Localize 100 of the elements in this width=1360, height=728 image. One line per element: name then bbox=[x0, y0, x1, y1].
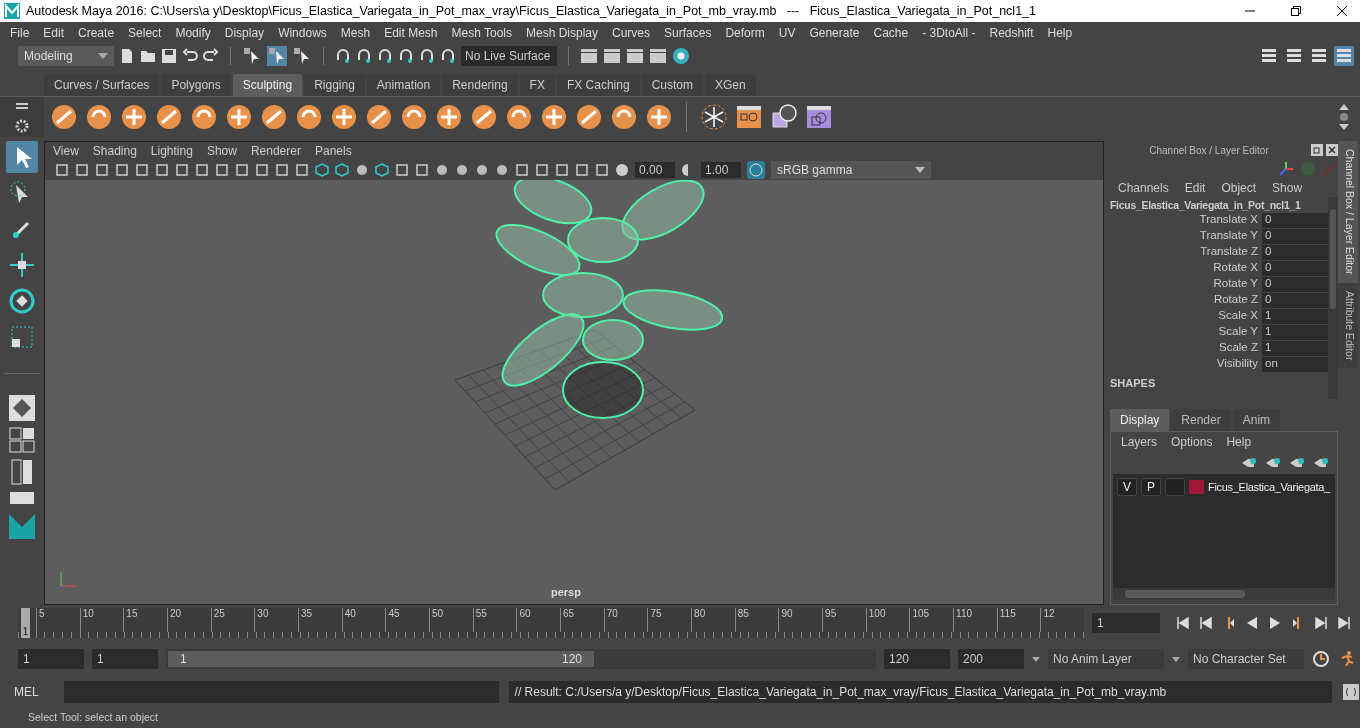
menu-item[interactable]: Help bbox=[1047, 26, 1073, 40]
menu-item[interactable]: Edit Mesh bbox=[384, 26, 438, 40]
end-time-field[interactable]: 200 bbox=[958, 649, 1024, 669]
menu-item[interactable]: Create bbox=[78, 26, 115, 40]
frame-number: 80 bbox=[691, 608, 735, 632]
frame-number: 115 bbox=[996, 608, 1041, 632]
channel-label: Rotate Z bbox=[1212, 293, 1259, 307]
viewport-canvas[interactable]: persp bbox=[45, 180, 1103, 604]
shelf-tab[interactable]: FX Caching bbox=[556, 74, 640, 96]
visibility-toggle[interactable]: V bbox=[1117, 478, 1137, 496]
menu-item[interactable]: Mesh Display bbox=[526, 26, 599, 40]
menu-item[interactable]: Redshift bbox=[989, 26, 1034, 40]
panel-menu-item[interactable]: Lighting bbox=[150, 144, 193, 158]
channel-menu-item[interactable]: Edit bbox=[1184, 181, 1206, 195]
frame-number: 40 bbox=[341, 608, 386, 632]
frame-number: 110 bbox=[953, 608, 997, 632]
channel-value-field[interactable]: 1 bbox=[1262, 341, 1328, 357]
current-frame-marker[interactable]: 1 bbox=[21, 608, 30, 638]
menu-item[interactable]: Deform bbox=[725, 26, 765, 40]
menu-item[interactable]: Edit bbox=[43, 26, 65, 40]
channel-menu-item[interactable]: Show bbox=[1272, 181, 1303, 195]
menu-item[interactable]: File bbox=[10, 26, 30, 40]
channel-label: Visibility bbox=[1215, 357, 1259, 371]
side-tab[interactable]: Attribute Editor bbox=[1338, 282, 1358, 368]
playback-end-field[interactable]: 120 bbox=[884, 649, 950, 669]
channel-value-field[interactable]: 0 bbox=[1262, 261, 1328, 277]
menu-item[interactable]: Modify bbox=[175, 26, 211, 40]
shelf-tab[interactable]: Rendering bbox=[442, 74, 518, 96]
shelf-tab[interactable]: Custom bbox=[641, 74, 703, 96]
frame-number: 85 bbox=[734, 608, 779, 632]
range-slider[interactable]: 1 120 bbox=[166, 649, 876, 669]
start-time-field[interactable]: 1 bbox=[18, 649, 84, 669]
frame-number: 25 bbox=[210, 608, 255, 632]
channel-value-field[interactable]: 0 bbox=[1262, 213, 1328, 229]
time-slider[interactable]: 1 5 10 15 20 25 30 35 40 45 50 55 60 65 70 75 80 85 90 95 100 105 110 115 12 bbox=[18, 608, 1084, 638]
panel-menu-item[interactable]: Shading bbox=[92, 144, 137, 158]
channel-menu-item[interactable]: Channels bbox=[1118, 181, 1169, 195]
layer-editor-tab[interactable]: Display bbox=[1110, 409, 1170, 431]
menu-item[interactable]: Windows bbox=[278, 26, 327, 40]
channel-value-field[interactable]: 0 bbox=[1262, 277, 1328, 293]
command-language-label[interactable]: MEL bbox=[14, 685, 54, 699]
panel-menu-item[interactable]: Panels bbox=[314, 144, 352, 158]
menu-item[interactable]: - 3DtoAll - bbox=[922, 26, 976, 40]
frame-number: 95 bbox=[822, 608, 866, 632]
command-result-field: // Result: C:/Users/a y/Desktop/Ficus_Elastica_Variegata_in_Pot_max_vray/Ficus_Elastica_Variegata_in_Pot_mb_vray.mb bbox=[508, 681, 1333, 703]
menu-item[interactable]: Select bbox=[128, 26, 162, 40]
layer-menu-item[interactable]: Help bbox=[1226, 435, 1252, 449]
channel-value-field[interactable]: 1 bbox=[1262, 309, 1328, 325]
channel-label: Translate Z bbox=[1199, 245, 1259, 259]
exposure-field[interactable]: 0.00 bbox=[635, 162, 675, 178]
layer-menu-item[interactable]: Options bbox=[1171, 435, 1213, 449]
menu-item[interactable]: Surfaces bbox=[664, 26, 712, 40]
menu-item[interactable]: Mesh bbox=[340, 26, 371, 40]
channel-label: Rotate Y bbox=[1212, 277, 1259, 291]
side-tab[interactable]: Channel Box / Layer Editor bbox=[1338, 141, 1358, 283]
frame-number: 60 bbox=[516, 608, 561, 632]
layer-editor-tab[interactable]: Anim bbox=[1232, 409, 1281, 431]
frame-number: 90 bbox=[778, 608, 823, 632]
live-surface-field[interactable]: No Live Surface bbox=[461, 46, 557, 66]
mode-dropdown[interactable]: Modeling bbox=[18, 46, 114, 66]
shelf-tab[interactable]: Polygons bbox=[161, 74, 231, 96]
menu-item[interactable]: Mesh Tools bbox=[451, 26, 512, 40]
channel-menu-item[interactable]: Object bbox=[1221, 181, 1257, 195]
frame-number: 50 bbox=[429, 608, 473, 632]
menu-item[interactable]: UV bbox=[778, 26, 796, 40]
range-bar[interactable]: 1 120 bbox=[168, 651, 594, 667]
gamma-field[interactable]: 1.00 bbox=[701, 162, 741, 178]
frame-number: 12 bbox=[1040, 608, 1085, 632]
help-line-text: Select Tool: select an object bbox=[28, 710, 158, 723]
panel-menu-item[interactable]: View bbox=[53, 144, 79, 158]
layer-name[interactable]: Ficus_Elastica_Variegata_ bbox=[1208, 481, 1330, 493]
shelf-tab[interactable]: Rigging bbox=[304, 74, 365, 96]
channel-value-field[interactable]: 0 bbox=[1262, 229, 1328, 245]
shelf-tab[interactable]: Animation bbox=[366, 74, 441, 96]
frame-number: 35 bbox=[298, 608, 342, 632]
channel-value-field[interactable]: on bbox=[1262, 357, 1328, 373]
menu-item[interactable]: Cache bbox=[873, 26, 909, 40]
playback-start-field[interactable]: 1 bbox=[92, 649, 158, 669]
layer-menu-item[interactable]: Layers bbox=[1121, 435, 1158, 449]
color-space-dropdown[interactable]: sRGB gamma bbox=[771, 161, 931, 179]
frame-number: 5 bbox=[36, 608, 80, 632]
channel-value-field[interactable]: 1 bbox=[1262, 325, 1328, 341]
layer-editor-tab[interactable]: Render bbox=[1171, 409, 1231, 431]
channel-label: Rotate X bbox=[1212, 261, 1259, 275]
panel-menu-item[interactable]: Renderer bbox=[250, 144, 301, 158]
channel-value-field[interactable]: 0 bbox=[1262, 245, 1328, 261]
shelf-tab[interactable]: Sculpting bbox=[232, 74, 303, 96]
shelf-tab[interactable]: XGen bbox=[704, 74, 756, 96]
panel-menu-item[interactable]: Show bbox=[206, 144, 237, 158]
menu-item[interactable]: Display bbox=[224, 26, 265, 40]
current-frame-field[interactable]: 1 bbox=[1092, 613, 1160, 633]
menu-item[interactable]: Curves bbox=[612, 26, 651, 40]
menu-item[interactable]: Generate bbox=[809, 26, 860, 40]
channel-label: Scale Y bbox=[1217, 325, 1259, 339]
shelf-tab[interactable]: FX bbox=[519, 74, 555, 96]
playback-toggle[interactable]: P bbox=[1141, 478, 1161, 496]
channel-value-field[interactable]: 0 bbox=[1262, 293, 1328, 309]
shelf-tab[interactable]: Curves / Surfaces bbox=[44, 74, 160, 96]
frame-number: 30 bbox=[254, 608, 299, 632]
frame-number: 15 bbox=[123, 608, 167, 632]
